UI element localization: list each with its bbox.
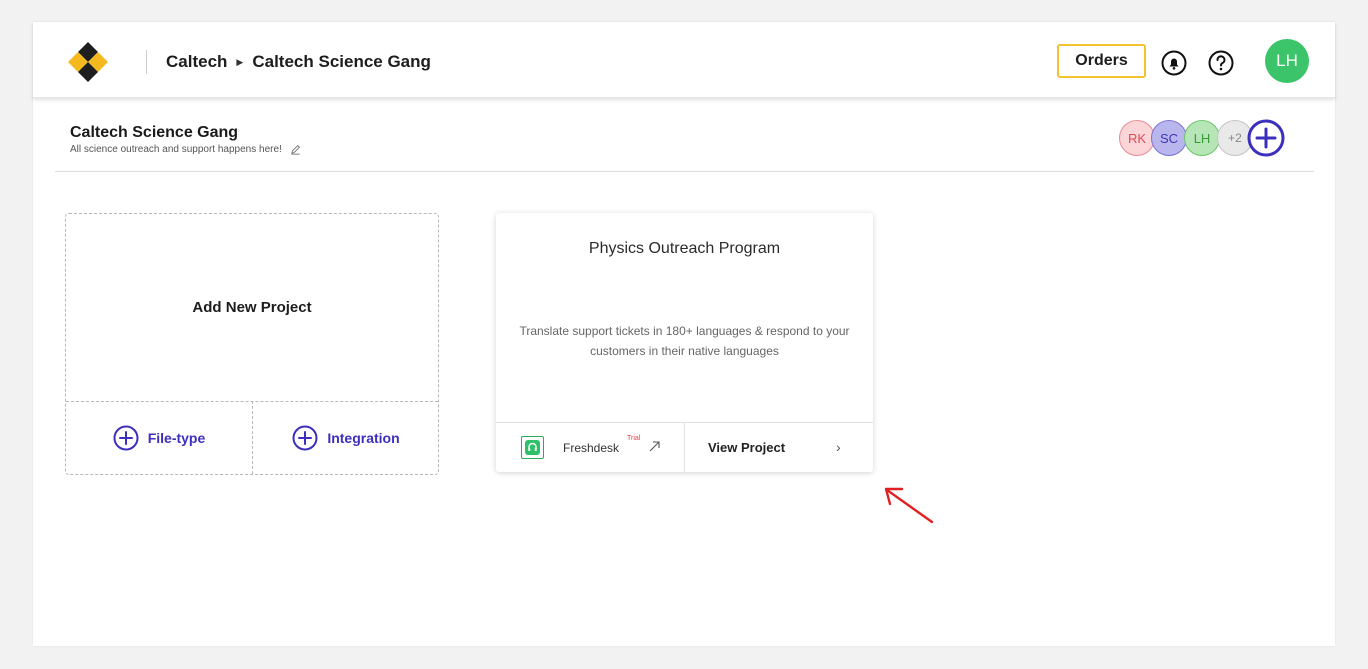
add-integration-label: Integration — [327, 430, 400, 446]
project-card[interactable]: Physics Outreach Program Translate suppo… — [496, 213, 873, 473]
annotation-arrow-icon — [884, 487, 934, 524]
external-link-arrow-icon[interactable] — [648, 440, 661, 453]
plus-circle-icon — [292, 425, 318, 451]
app-logo-icon[interactable] — [64, 38, 112, 86]
workspace-description-text: All science outreach and support happens… — [70, 144, 282, 155]
top-header: Caltech ▶ Caltech Science Gang Orders LH — [33, 22, 1335, 98]
workspace-members: RK SC LH +2 — [1119, 119, 1295, 160]
header-divider — [146, 50, 147, 74]
help-icon[interactable] — [1207, 49, 1235, 77]
project-card-footer: Freshdesk Trial View Project › — [496, 422, 873, 473]
freshdesk-icon — [521, 436, 544, 459]
integration-name[interactable]: Freshdesk — [563, 441, 619, 455]
add-project-title[interactable]: Add New Project — [66, 214, 438, 401]
add-member-plus-circle-icon[interactable] — [1247, 119, 1285, 157]
breadcrumb-workspace[interactable]: Caltech Science Gang — [252, 52, 431, 72]
caret-right-icon: ▶ — [236, 56, 244, 67]
view-project-button[interactable]: View Project — [708, 440, 785, 455]
workspace-title: Caltech Science Gang — [70, 124, 239, 141]
chevron-right-icon[interactable]: › — [836, 439, 841, 455]
section-divider — [55, 171, 1314, 172]
add-integration-button[interactable]: Integration — [253, 402, 439, 474]
add-file-type-label: File-type — [147, 430, 206, 446]
pencil-icon[interactable] — [290, 144, 301, 155]
breadcrumb: Caltech ▶ Caltech Science Gang — [166, 51, 431, 73]
project-name: Physics Outreach Program — [588, 240, 781, 257]
plus-circle-icon — [113, 425, 139, 451]
project-description: Translate support tickets in 180+ langua… — [519, 324, 850, 358]
member-avatar[interactable]: SC — [1151, 120, 1187, 156]
bell-icon[interactable] — [1160, 49, 1188, 77]
breadcrumb-org[interactable]: Caltech — [166, 52, 227, 72]
trial-badge: Trial — [627, 435, 641, 442]
member-avatar[interactable]: LH — [1184, 120, 1220, 156]
orders-button[interactable]: Orders — [1057, 44, 1146, 78]
member-avatar[interactable]: RK — [1119, 120, 1155, 156]
app-window: Caltech ▶ Caltech Science Gang Orders LH… — [33, 22, 1335, 646]
footer-divider — [684, 423, 685, 473]
workspace-description: All science outreach and support happens… — [70, 144, 301, 155]
add-project-card: Add New Project File-type Integration — [65, 213, 439, 475]
add-file-type-button[interactable]: File-type — [66, 402, 252, 474]
user-avatar[interactable]: LH — [1265, 39, 1309, 83]
